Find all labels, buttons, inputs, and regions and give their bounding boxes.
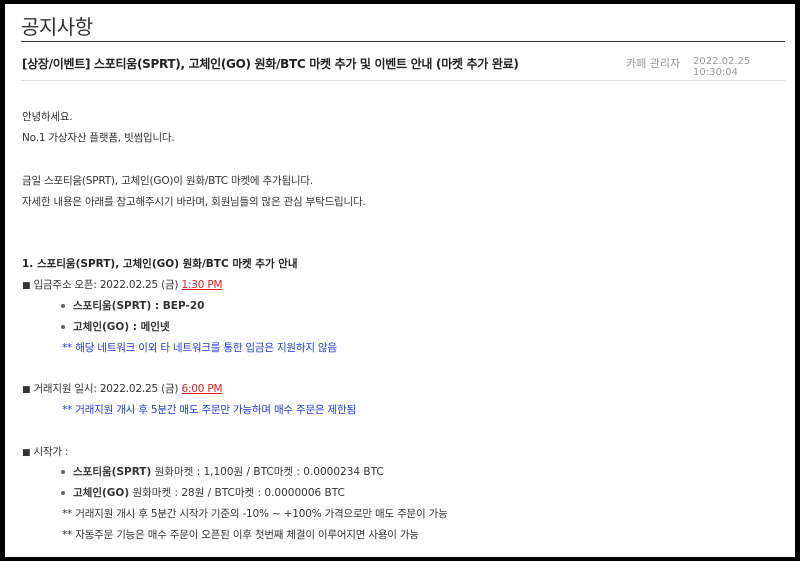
post-title: [상장/이벤트] 스포티움(SPRT), 고체인(GO) 원화/BTC 마켓 추… [22,57,519,71]
greeting-line-2: No.1 가상자산 플랫폼, 빗썸입니다. [22,132,175,144]
trade-start-label: 거래지원 일시: 2022.02.25 (금) [30,383,182,395]
start-price-note-1: ** 거래지원 개시 후 5분간 시작가 기준의 -10% ~ +100% 가격… [62,508,448,520]
start-price-item-sprt: 스포티움(SPRT) 원화마켓 : 1,100원 / BTC마켓 : 0.000… [61,464,384,479]
post-date: 2022.02.25 10:30:04 [693,56,751,78]
intro-line-1: 금일 스포티움(SPRT), 고체인(GO)이 원화/BTC 마켓에 추가됩니다… [22,175,313,187]
title-divider [21,80,785,81]
start-price-item-go: 고체인(GO) 원화마켓 : 28원 / BTC마켓 : 0.0000006 B… [61,485,345,500]
board-title[interactable]: 공지사항 [21,11,93,40]
deposit-item-go: 고체인(GO) : 메인넷 [61,319,170,334]
post-author[interactable]: 카페 관리자 [626,55,680,71]
deposit-open-line: ■ 입금주소 오픈: 2022.02.25 (금) 1:30 PM [22,277,223,292]
start-price-label: 시작가 : [30,446,69,458]
start-price-detail: 원화마켓 : 1,100원 / BTC마켓 : 0.0000234 BTC [151,466,384,478]
post-frame: 공지사항 [상장/이벤트] 스포티움(SPRT), 고체인(GO) 원화/BTC… [5,4,795,557]
start-price-coin: 스포티움(SPRT) [73,466,152,478]
deposit-item-label: 고체인(GO) : 메인넷 [73,321,170,333]
start-price-line: ■ 시작가 : [22,444,69,459]
dot-bullet-icon [61,491,65,495]
start-price-note-2: ** 자동주문 기능은 매수 주문이 오픈된 이후 첫번째 체결이 이루어지면 … [62,529,419,541]
deposit-network-note: ** 해당 네트워크 이외 타 네트워크를 통한 입금은 지원하지 않음 [62,342,337,354]
deposit-open-time: 1:30 PM [181,279,223,291]
deposit-open-label: 입금주소 오픈: 2022.02.25 (금) [30,279,182,291]
header-divider [21,41,785,42]
trade-restriction-note: ** 거래지원 개시 후 5분간 매도 주문만 가능하며 매수 주문은 제한됨 [62,404,356,416]
section-1-heading: 1. 스포티움(SPRT), 고체인(GO) 원화/BTC 마켓 추가 안내 [22,258,298,270]
deposit-item-label: 스포티움(SPRT) : BEP-20 [73,300,205,312]
dot-bullet-icon [61,325,65,329]
start-price-detail: 원화마켓 : 28원 / BTC마켓 : 0.0000006 BTC [129,487,345,499]
deposit-item-sprt: 스포티움(SPRT) : BEP-20 [61,298,204,313]
start-price-coin: 고체인(GO) [73,487,130,499]
greeting-line-1: 안녕하세요. [22,111,73,123]
trade-start-time: 6:00 PM [181,383,223,395]
dot-bullet-icon [61,304,65,308]
intro-line-2: 자세한 내용은 아래를 참고해주시기 바라며, 회원님들의 많은 관심 부탁드립… [22,196,366,208]
trade-start-line: ■ 거래지원 일시: 2022.02.25 (금) 6:00 PM [22,381,223,396]
dot-bullet-icon [61,470,65,474]
